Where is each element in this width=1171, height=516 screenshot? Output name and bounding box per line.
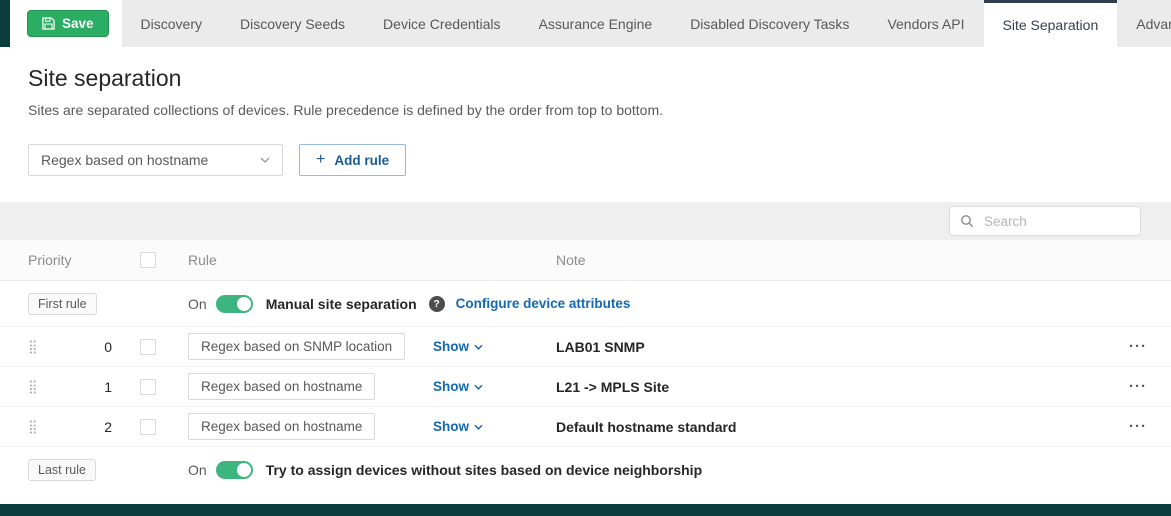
show-link[interactable]: Show bbox=[433, 419, 483, 434]
priority-value: 2 bbox=[104, 419, 140, 435]
first-rule-row: First rule On Manual site separation ? C… bbox=[0, 281, 1171, 327]
priority-value: 1 bbox=[104, 379, 140, 395]
rule-chip[interactable]: Regex based on hostname bbox=[188, 413, 375, 440]
tab-discovery[interactable]: Discovery bbox=[122, 0, 221, 47]
tabs: Discovery Discovery Seeds Device Credent… bbox=[122, 0, 1171, 47]
table-row: ⣿ 1 Regex based on hostname Show L21 -> … bbox=[0, 367, 1171, 407]
tab-advanced-cli[interactable]: Advanced CLI bbox=[1117, 0, 1171, 47]
page-head: Site separation Sites are separated coll… bbox=[0, 47, 1171, 202]
save-button[interactable]: Save bbox=[27, 10, 109, 37]
app-root: Save Discovery Discovery Seeds Device Cr… bbox=[0, 0, 1171, 516]
tab-disabled-discovery-tasks[interactable]: Disabled Discovery Tasks bbox=[671, 0, 868, 47]
show-link[interactable]: Show bbox=[433, 379, 483, 394]
rule-chip[interactable]: Regex based on SNMP location bbox=[188, 333, 405, 360]
footer-bar bbox=[0, 504, 1171, 516]
save-icon bbox=[42, 17, 55, 30]
row-more-icon[interactable]: ··· bbox=[1129, 419, 1147, 434]
last-rule-title: Try to assign devices without sites base… bbox=[266, 462, 702, 478]
header-rule: Rule bbox=[188, 252, 433, 268]
page-subtitle: Sites are separated collections of devic… bbox=[28, 102, 1143, 118]
first-rule-toggle[interactable] bbox=[216, 295, 253, 313]
chevron-down-icon bbox=[474, 344, 483, 350]
rule-type-select-value: Regex based on hostname bbox=[41, 152, 208, 168]
chevron-down-icon bbox=[260, 157, 270, 163]
row-more-icon[interactable]: ··· bbox=[1129, 379, 1147, 394]
tab-bar: Save Discovery Discovery Seeds Device Cr… bbox=[0, 0, 1171, 47]
add-rule-button[interactable]: + Add rule bbox=[299, 144, 406, 176]
last-rule-state-label: On bbox=[188, 462, 207, 478]
tab-discovery-seeds[interactable]: Discovery Seeds bbox=[221, 0, 364, 47]
tab-site-separation[interactable]: Site Separation bbox=[984, 0, 1118, 47]
first-rule-title: Manual site separation bbox=[266, 296, 417, 312]
note-value: LAB01 SNMP bbox=[556, 339, 645, 355]
rule-chip[interactable]: Regex based on hostname bbox=[188, 373, 375, 400]
search-input[interactable] bbox=[982, 213, 1130, 230]
header-note: Note bbox=[556, 252, 1117, 268]
show-link[interactable]: Show bbox=[433, 339, 483, 354]
tab-assurance-engine[interactable]: Assurance Engine bbox=[520, 0, 672, 47]
rules-table: Priority Rule Note First rule On Manual … bbox=[0, 240, 1171, 493]
sidebar-edge bbox=[0, 0, 10, 47]
help-icon[interactable]: ? bbox=[429, 296, 445, 312]
note-value: L21 -> MPLS Site bbox=[556, 379, 669, 395]
header-priority: Priority bbox=[28, 252, 140, 268]
save-area: Save bbox=[10, 0, 122, 47]
row-checkbox[interactable] bbox=[140, 419, 156, 435]
last-rule-tag: Last rule bbox=[28, 459, 96, 481]
table-row: ⣿ 2 Regex based on hostname Show Default… bbox=[0, 407, 1171, 447]
save-button-label: Save bbox=[62, 16, 94, 31]
search-band bbox=[0, 202, 1171, 240]
last-rule-toggle[interactable] bbox=[216, 461, 253, 479]
priority-value: 0 bbox=[104, 339, 140, 355]
drag-handle-icon[interactable]: ⣿ bbox=[28, 420, 46, 433]
tab-device-credentials[interactable]: Device Credentials bbox=[364, 0, 520, 47]
table-header-row: Priority Rule Note bbox=[0, 240, 1171, 281]
configure-device-attributes-link[interactable]: Configure device attributes bbox=[456, 296, 631, 311]
chevron-down-icon bbox=[474, 384, 483, 390]
first-rule-tag: First rule bbox=[28, 293, 97, 315]
search-icon bbox=[960, 214, 974, 228]
rule-type-select[interactable]: Regex based on hostname bbox=[28, 144, 283, 176]
table-row: ⣿ 0 Regex based on SNMP location Show LA… bbox=[0, 327, 1171, 367]
drag-handle-icon[interactable]: ⣿ bbox=[28, 380, 46, 393]
row-checkbox[interactable] bbox=[140, 379, 156, 395]
last-rule-row: Last rule On Try to assign devices witho… bbox=[0, 447, 1171, 493]
add-rule-label: Add rule bbox=[334, 153, 389, 168]
plus-icon: + bbox=[316, 152, 325, 168]
row-checkbox[interactable] bbox=[140, 339, 156, 355]
rule-controls: Regex based on hostname + Add rule bbox=[28, 144, 1143, 176]
select-all-checkbox[interactable] bbox=[140, 252, 156, 268]
drag-handle-icon[interactable]: ⣿ bbox=[28, 340, 46, 353]
chevron-down-icon bbox=[474, 424, 483, 430]
tab-vendors-api[interactable]: Vendors API bbox=[868, 0, 983, 47]
page-title: Site separation bbox=[28, 65, 1143, 92]
row-more-icon[interactable]: ··· bbox=[1129, 339, 1147, 354]
note-value: Default hostname standard bbox=[556, 419, 736, 435]
search-box[interactable] bbox=[949, 206, 1141, 236]
first-rule-state-label: On bbox=[188, 296, 207, 312]
